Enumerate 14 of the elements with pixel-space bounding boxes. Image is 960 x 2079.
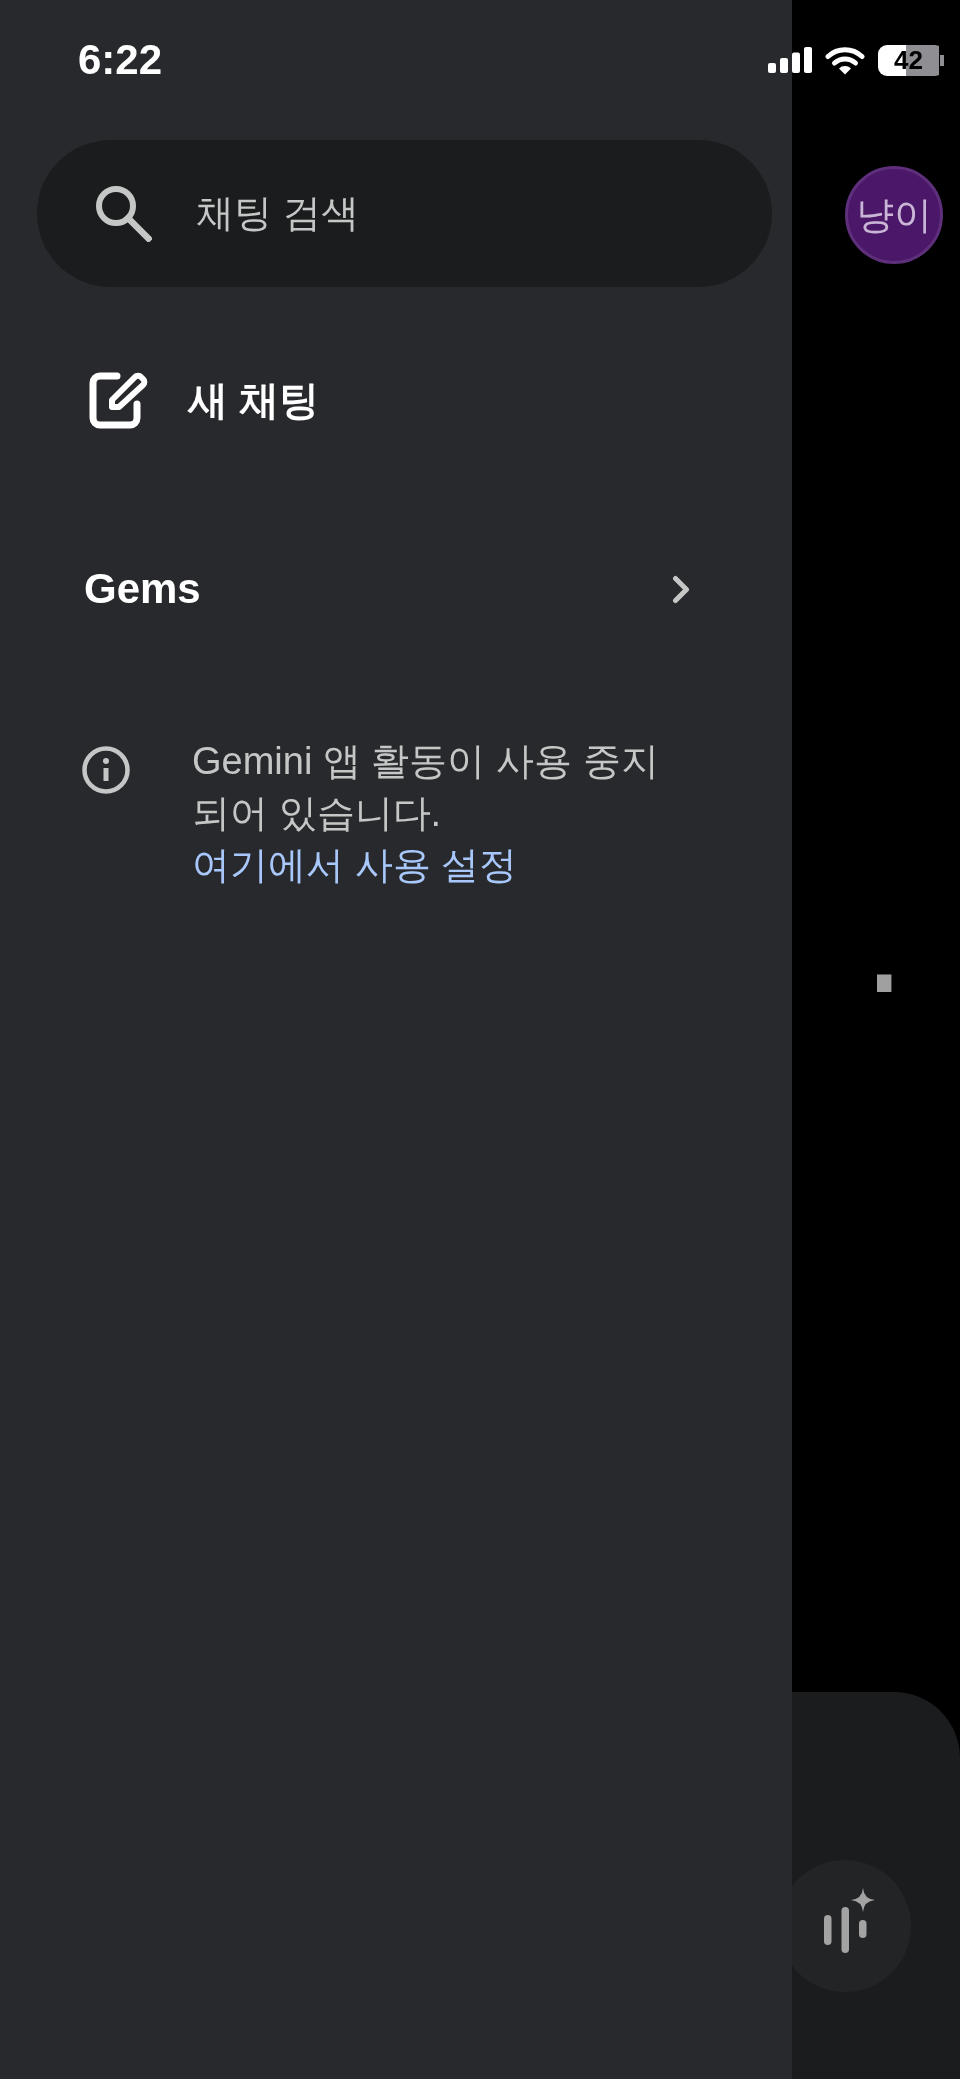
- wifi-icon: [825, 45, 865, 75]
- info-icon: [82, 746, 130, 794]
- heading-text: .: [862, 874, 907, 1014]
- waveform-sparkle-icon: [824, 1888, 875, 1953]
- notice-text: Gemini 앱 활동이 사용 중지되어 있습니다. 여기에서 사용 설정: [192, 739, 660, 888]
- chevron-right-icon: [672, 574, 690, 604]
- status-time: 6:22: [78, 36, 163, 84]
- signal-icon: [768, 47, 812, 73]
- avatar-button[interactable]: 냥이: [845, 166, 943, 264]
- gems-item[interactable]: Gems: [84, 549, 690, 629]
- new-chat-button[interactable]: 새 채팅: [87, 360, 320, 440]
- search-field[interactable]: 채팅 검색: [37, 140, 772, 287]
- enable-setting-link[interactable]: 여기에서 사용 설정: [192, 844, 518, 886]
- search-icon: [94, 184, 152, 242]
